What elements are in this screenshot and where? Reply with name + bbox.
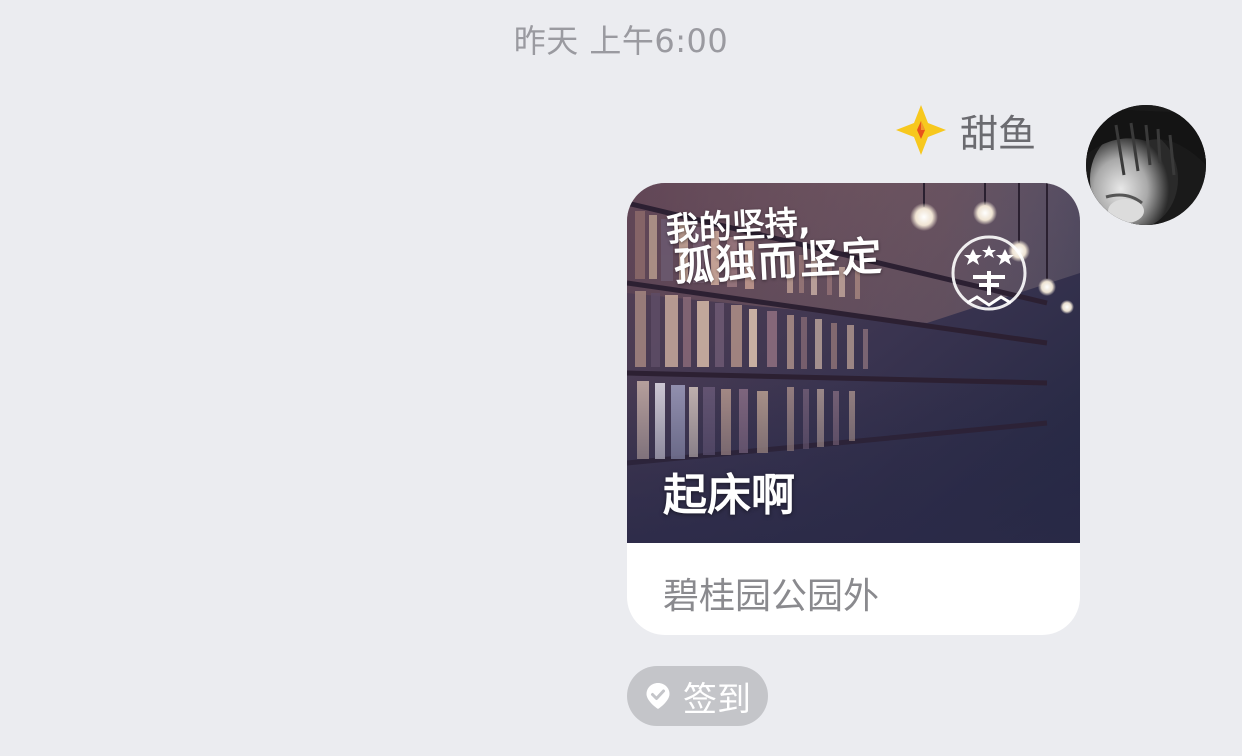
star-badge-icon: [895, 105, 946, 155]
sender-avatar[interactable]: [1086, 105, 1206, 225]
checkin-button[interactable]: 签到: [627, 666, 768, 726]
location-text: 碧桂园公园外: [663, 576, 880, 617]
message-timestamp: 昨天 上午6:00: [513, 22, 729, 60]
sender-name[interactable]: 甜鱼: [960, 103, 1036, 158]
sender-info: 甜鱼: [894, 102, 1036, 158]
library-photo: 我的坚持, 孤独而坚定 起床啊: [627, 183, 1080, 543]
card-caption: 起床啊: [663, 470, 795, 521]
checkin-card[interactable]: 我的坚持, 孤独而坚定 起床啊 碧桂园公园外: [627, 183, 1080, 635]
poster-title: 我的坚持, 孤独而坚定: [664, 202, 885, 291]
checkin-label: 签到: [683, 679, 751, 720]
location-check-icon: [646, 683, 670, 709]
stamp-seal-icon: [951, 235, 1027, 311]
